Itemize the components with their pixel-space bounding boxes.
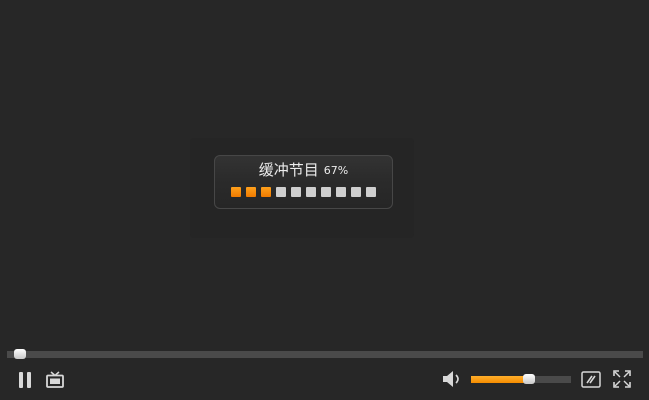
volume-button[interactable] bbox=[441, 370, 463, 388]
playback-progress-bar[interactable] bbox=[7, 351, 643, 358]
fullscreen-icon bbox=[613, 370, 631, 388]
buffering-text: 缓冲节目 67% bbox=[215, 160, 392, 182]
buffering-dot bbox=[306, 187, 316, 197]
volume-slider[interactable] bbox=[471, 376, 571, 383]
settings-icon bbox=[581, 371, 601, 388]
video-area[interactable]: 缓冲节目 67% bbox=[0, 0, 649, 346]
speaker-icon bbox=[443, 371, 459, 387]
settings-button[interactable] bbox=[581, 371, 601, 388]
buffering-dot bbox=[261, 187, 271, 197]
volume-slider-handle[interactable] bbox=[523, 374, 535, 384]
video-player: 缓冲节目 67% bbox=[0, 0, 649, 400]
buffering-dot bbox=[336, 187, 346, 197]
tv-icon bbox=[46, 371, 64, 388]
fullscreen-button[interactable] bbox=[612, 369, 632, 389]
buffering-dot bbox=[291, 187, 301, 197]
volume-level-fill bbox=[471, 376, 529, 383]
buffering-indicator: 缓冲节目 67% bbox=[214, 155, 393, 209]
pause-button[interactable] bbox=[16, 371, 34, 389]
pause-icon bbox=[19, 372, 31, 388]
buffering-dot bbox=[366, 187, 376, 197]
buffering-label: 缓冲节目 bbox=[258, 161, 319, 179]
buffering-percent: 67% bbox=[323, 164, 349, 177]
buffering-dot bbox=[246, 187, 256, 197]
buffering-dots bbox=[231, 187, 376, 197]
tv-button[interactable] bbox=[44, 369, 66, 391]
buffering-dot bbox=[321, 187, 331, 197]
buffering-dot bbox=[351, 187, 361, 197]
buffering-dot bbox=[276, 187, 286, 197]
buffering-dot bbox=[231, 187, 241, 197]
playback-progress-handle[interactable] bbox=[13, 349, 26, 359]
